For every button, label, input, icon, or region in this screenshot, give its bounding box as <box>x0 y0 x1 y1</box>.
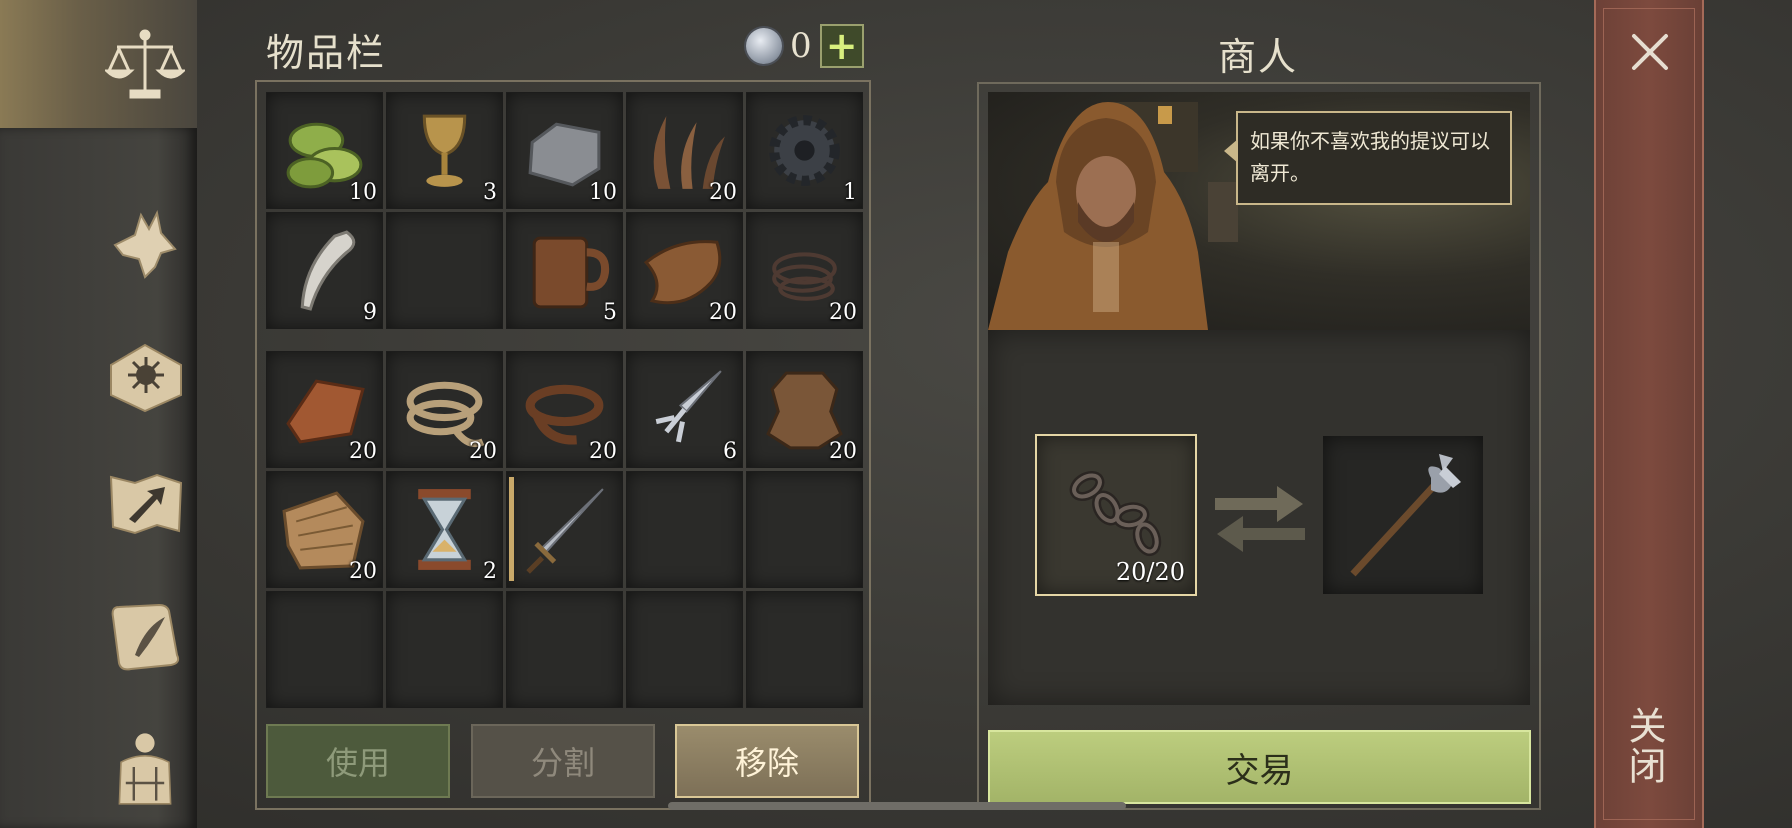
slot-empty-1[interactable] <box>386 212 503 329</box>
merchant-speech-bubble: 如果你不喜欢我的提议可以离开。 <box>1224 111 1512 205</box>
item-quantity: 20 <box>709 180 737 205</box>
item-quantity: 2 <box>483 559 497 584</box>
item-quantity: 20 <box>469 439 497 464</box>
slot-leather-belt[interactable]: 20 <box>506 351 623 468</box>
slot-stone[interactable]: 10 <box>506 92 623 209</box>
slot-gear[interactable]: 1 <box>746 92 863 209</box>
inventory-grid-top: 10 3 10 20 1 9 5 20 20 <box>266 92 863 329</box>
horizontal-scroll-indicator <box>668 802 1126 810</box>
sword-icon <box>516 481 613 578</box>
close-icon[interactable] <box>1628 30 1672 74</box>
item-quantity: 9 <box>363 300 377 325</box>
item-quantity: 3 <box>483 180 497 205</box>
currency-display: 0 + <box>746 24 864 68</box>
bone-tusk-icon <box>276 222 373 319</box>
merchant-title: 商人 <box>1218 35 1299 79</box>
wooden-mug-icon <box>516 222 613 319</box>
inventory-title: 物品栏 <box>266 31 387 75</box>
slot-empty-3[interactable] <box>746 471 863 588</box>
wolf-icon[interactable] <box>100 200 190 290</box>
close-panel-border <box>1603 8 1695 820</box>
item-quantity: 10 <box>349 180 377 205</box>
slot-cloth[interactable]: 20 <box>266 471 383 588</box>
forked-blade-icon <box>636 361 733 458</box>
slot-wire[interactable]: 20 <box>746 212 863 329</box>
split-button[interactable]: 分割 <box>471 724 655 798</box>
slot-fiber[interactable]: 20 <box>626 92 743 209</box>
add-currency-button[interactable]: + <box>819 24 864 68</box>
offer-item-slot[interactable]: 20/20 <box>1035 434 1197 596</box>
slot-leather-scrap[interactable]: 20 <box>626 212 743 329</box>
slot-hide[interactable]: 20 <box>746 351 863 468</box>
exchange-arrows-icon <box>1215 486 1305 552</box>
receive-item-slot[interactable] <box>1323 436 1483 594</box>
trade-button[interactable]: 交易 <box>988 730 1531 804</box>
slot-fork-blade[interactable]: 6 <box>626 351 743 468</box>
remove-button[interactable]: 移除 <box>675 724 859 798</box>
sun-book-icon[interactable] <box>100 330 190 420</box>
slot-hourglass[interactable]: 2 <box>386 471 503 588</box>
item-quantity: 20 <box>829 439 857 464</box>
slot-empty-4[interactable] <box>266 591 383 708</box>
iron-gear-icon <box>756 102 853 199</box>
slot-empty-5[interactable] <box>386 591 503 708</box>
item-quantity: 20 <box>829 300 857 325</box>
halberd-icon <box>1350 454 1461 577</box>
character-armor-icon[interactable] <box>100 712 190 822</box>
offer-item-quantity: 20/20 <box>1115 558 1185 586</box>
item-quantity: 1 <box>843 180 857 205</box>
use-button[interactable]: 使用 <box>266 724 450 798</box>
scales-icon[interactable] <box>100 20 190 110</box>
item-quantity: 10 <box>589 180 617 205</box>
hourglass-icon <box>396 481 493 578</box>
slot-goblet[interactable]: 3 <box>386 92 503 209</box>
item-quantity: 20 <box>589 439 617 464</box>
slot-herb-cakes[interactable]: 10 <box>266 92 383 209</box>
inventory-grid-bottom: 20 20 20 6 20 20 2 <box>266 351 863 708</box>
chain-icon <box>1069 471 1162 557</box>
item-quantity: 20 <box>709 300 737 325</box>
slot-sword[interactable] <box>506 471 623 588</box>
item-quantity: 6 <box>723 439 737 464</box>
silver-coin-icon <box>746 28 782 64</box>
scroll-quill-icon[interactable] <box>100 592 190 682</box>
item-quantity: 20 <box>349 559 377 584</box>
slot-empty-6[interactable] <box>506 591 623 708</box>
slot-mug[interactable]: 5 <box>506 212 623 329</box>
slot-rope[interactable]: 20 <box>386 351 503 468</box>
slot-empty-2[interactable] <box>626 471 743 588</box>
item-quantity: 5 <box>603 300 617 325</box>
map-arrow-icon[interactable] <box>100 458 190 548</box>
golden-goblet-icon <box>396 102 493 199</box>
item-quantity: 20 <box>349 439 377 464</box>
slot-tusk[interactable]: 9 <box>266 212 383 329</box>
close-label[interactable]: 关闭 <box>1622 706 1672 786</box>
slot-empty-8[interactable] <box>746 591 863 708</box>
currency-count: 0 <box>790 26 812 66</box>
slot-empty-7[interactable] <box>626 591 743 708</box>
slot-copper-ingot[interactable]: 20 <box>266 351 383 468</box>
